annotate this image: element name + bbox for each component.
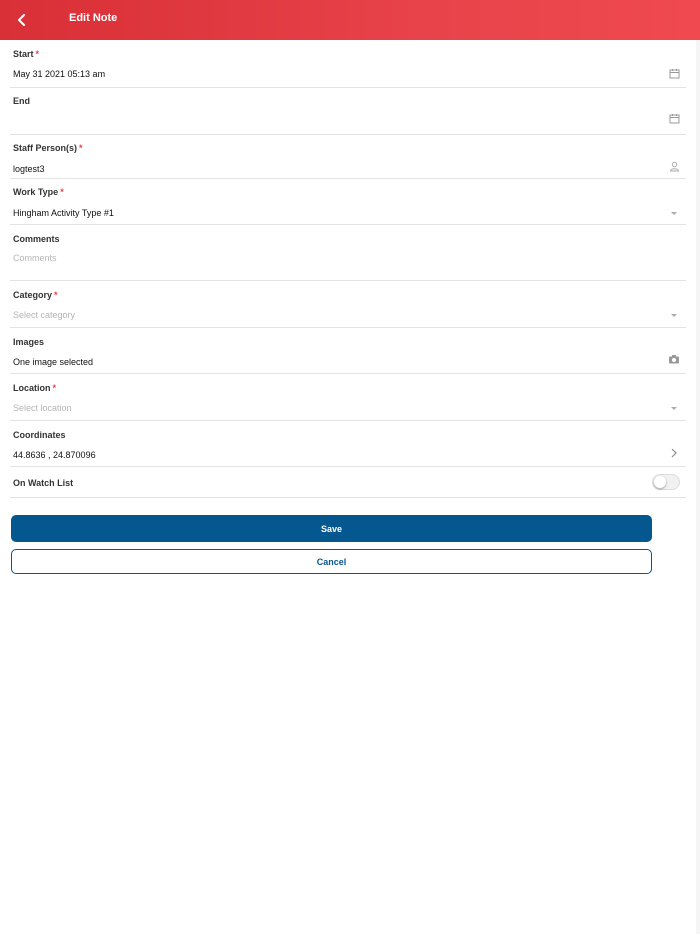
- staff-value: logtest3: [13, 164, 45, 174]
- coordinates-label: Coordinates: [13, 430, 66, 440]
- location-label: Location *: [13, 383, 57, 393]
- start-label: Start *: [13, 49, 40, 59]
- work-type-value: Hingham Activity Type #1: [13, 208, 114, 218]
- dropdown-arrow-icon[interactable]: [668, 309, 680, 321]
- back-button[interactable]: [8, 6, 36, 34]
- watch-list-field: On Watch List: [10, 467, 686, 498]
- coordinates-field[interactable]: Coordinates 44.8636 , 24.870096: [10, 421, 686, 467]
- watch-list-label: On Watch List: [13, 478, 74, 488]
- cancel-button[interactable]: Cancel: [11, 549, 652, 574]
- comments-input[interactable]: Comments: [13, 253, 57, 263]
- category-select[interactable]: Select category: [13, 310, 75, 320]
- work-type-label: Work Type *: [13, 187, 64, 197]
- images-label: Images: [13, 337, 45, 347]
- chevron-left-icon: [18, 14, 25, 26]
- work-type-field[interactable]: Work Type * Hingham Activity Type #1: [10, 179, 686, 225]
- calendar-icon[interactable]: [668, 112, 680, 124]
- staff-field[interactable]: Staff Person(s) * logtest3: [10, 135, 686, 179]
- images-field[interactable]: Images One image selected: [10, 328, 686, 374]
- calendar-icon[interactable]: [668, 67, 680, 79]
- category-label: Category *: [13, 290, 58, 300]
- watch-list-toggle[interactable]: [652, 474, 680, 490]
- location-select[interactable]: Select location: [13, 403, 72, 413]
- comments-field[interactable]: Comments Comments: [10, 225, 686, 281]
- chevron-right-icon[interactable]: [668, 447, 680, 459]
- person-icon[interactable]: [668, 160, 680, 172]
- category-field[interactable]: Category * Select category: [10, 281, 686, 328]
- comments-label: Comments: [13, 234, 60, 244]
- end-field[interactable]: End: [10, 88, 686, 135]
- images-value: One image selected: [13, 357, 94, 367]
- page-title: Edit Note: [69, 12, 118, 24]
- dropdown-arrow-icon[interactable]: [668, 207, 680, 219]
- camera-icon[interactable]: [668, 353, 680, 365]
- app-header: Edit Note: [0, 0, 700, 40]
- staff-label: Staff Person(s) *: [13, 143, 83, 153]
- save-button[interactable]: Save: [11, 515, 652, 542]
- toggle-knob: [654, 476, 666, 488]
- start-value: May 31 2021 05:13 am: [13, 69, 106, 79]
- coordinates-value: 44.8636 , 24.870096: [13, 450, 96, 460]
- end-label: End: [13, 96, 30, 106]
- location-field[interactable]: Location * Select location: [10, 374, 686, 421]
- scrollbar[interactable]: [696, 40, 700, 934]
- dropdown-arrow-icon[interactable]: [668, 402, 680, 414]
- start-field[interactable]: Start * May 31 2021 05:13 am: [10, 45, 686, 88]
